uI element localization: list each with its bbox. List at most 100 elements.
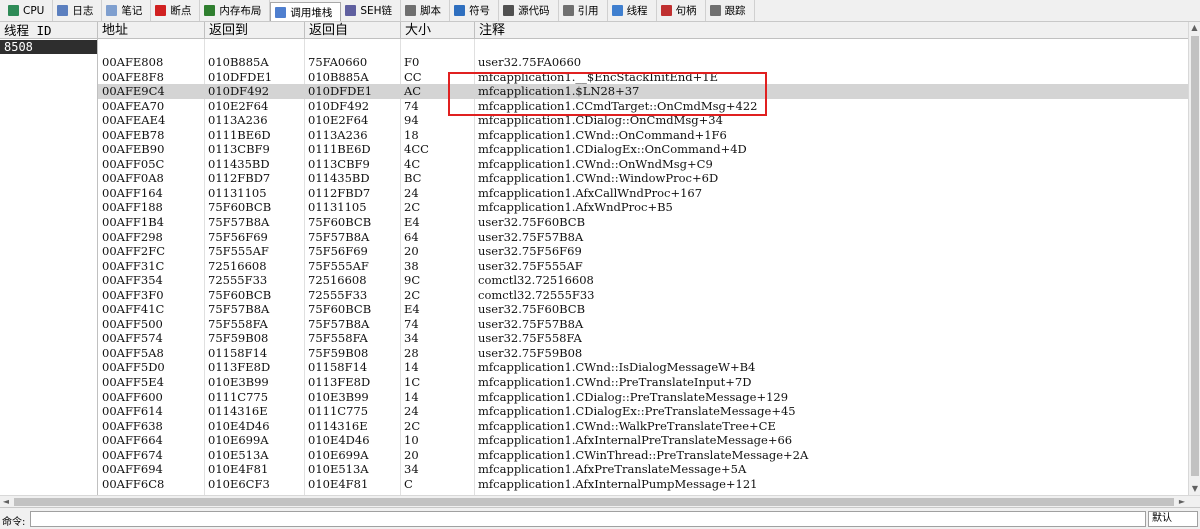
size-cell: 34 bbox=[404, 462, 419, 477]
address-cell: 00AFF5E4 bbox=[102, 375, 164, 390]
call-stack-row[interactable]: 00AFF164 01131105 0112FBD7 24 mfcapplication… bbox=[98, 186, 1188, 201]
command-input[interactable] bbox=[30, 511, 1146, 527]
thread-id-header[interactable]: 线程 ID bbox=[0, 22, 97, 39]
call-stack-row[interactable]: 00AFF6C8 010E6CF3 010E4F81 Cmfcapplication1… bbox=[98, 477, 1188, 492]
return-from-cell: 75FA0660 bbox=[308, 55, 368, 69]
comment-cell: mfcapplication1.AfxInternalPreTranslateM… bbox=[478, 433, 793, 448]
tab-label: 符号 bbox=[469, 5, 491, 17]
thread-list: 线程 ID 8508 bbox=[0, 22, 98, 495]
call-stack-row[interactable]: 00AFF5A8 01158F14 75F59B08 28 user32.75F59B0… bbox=[98, 346, 1188, 361]
call-stack-row[interactable]: 00AFF664 010E699A 010E4D46 10 mfcapplication… bbox=[98, 433, 1188, 448]
call-stack-row[interactable]: 00AFF2FC 75F555AF 75F56F69 20 user32.75F56F6… bbox=[98, 244, 1188, 259]
call-stack-row[interactable]: 00AFF574 75F59B08 75F558FA 34 user32.75F558F… bbox=[98, 331, 1188, 346]
call-stack-row[interactable]: 00AFF188 75F60BCB 01131105 2C mfcapplication… bbox=[98, 200, 1188, 215]
comment-cell: mfcapplication1.CWnd::PreTranslateInput+… bbox=[478, 375, 752, 390]
call-stack-row[interactable]: 00AFF05C 011435BD 0113CBF9 4C mfcapplication… bbox=[98, 157, 1188, 172]
address-cell: 00AFEA70 bbox=[102, 98, 165, 113]
call-stack-row[interactable]: 00AFF1B4 75F57B8A 75F60BCB E4 user32.75F60BC… bbox=[98, 215, 1188, 230]
seh-chain-icon bbox=[345, 5, 357, 16]
size-cell: F0 bbox=[404, 55, 420, 69]
call-stack-row[interactable]: 00AFEAE4 0113A236 010E2F64 94 mfcapplication… bbox=[98, 113, 1188, 128]
tab-references[interactable]: 引用 bbox=[559, 0, 608, 21]
call-stack-row[interactable]: 00AFF500 75F558FA 75F57B8A 74 user32.75F57B8… bbox=[98, 317, 1188, 332]
return-from-cell: 72555F33 bbox=[308, 287, 368, 302]
scroll-up-arrow-icon[interactable]: ▲ bbox=[1189, 22, 1200, 34]
size-cell: 94 bbox=[404, 113, 419, 128]
comment-cell: user32.75F56F69 bbox=[478, 244, 582, 259]
tab-label: 线程 bbox=[626, 5, 648, 17]
return-from-cell: 75F56F69 bbox=[308, 244, 368, 259]
return-from-cell: 75F558FA bbox=[308, 331, 368, 346]
call-stack-row[interactable]: 00AFF614 0114316E 0111C775 24 mfcapplication… bbox=[98, 404, 1188, 419]
comment-cell: user32.75F57B8A bbox=[478, 229, 584, 244]
tab-breakpoint[interactable]: 断点 bbox=[151, 0, 201, 21]
address-cell: 00AFEAE4 bbox=[102, 113, 166, 128]
tab-memory-map[interactable]: 内存布局 bbox=[200, 0, 271, 21]
call-stack-row[interactable]: 00AFEA70 010E2F64 010DF492 74 mfcapplication… bbox=[98, 99, 1188, 114]
comment-cell: mfcapplication1.$LN28+37 bbox=[478, 84, 640, 99]
size-cell: 14 bbox=[404, 360, 419, 375]
column-header-return-from[interactable]: 返回自 bbox=[304, 22, 348, 39]
tab-source[interactable]: 源代码 bbox=[499, 0, 559, 21]
size-cell: 24 bbox=[404, 185, 419, 200]
call-stack-row[interactable]: 00AFF638 010E4D46 0114316E 2C mfcapplication… bbox=[98, 419, 1188, 434]
horizontal-scrollbar[interactable]: ◄ ► bbox=[0, 495, 1200, 507]
call-stack-rows: 00AFE808 010B885A 75FA0660 F0 user32.75FA066… bbox=[98, 55, 1188, 491]
tab-threads[interactable]: 线程 bbox=[608, 0, 657, 21]
symbols-icon bbox=[454, 5, 466, 16]
vertical-scrollbar[interactable]: ▲ ▼ bbox=[1188, 22, 1200, 495]
tab-cpu[interactable]: CPU bbox=[4, 0, 54, 21]
column-header-return-to[interactable]: 返回到 bbox=[204, 22, 248, 39]
comment-cell: user32.75F60BCB bbox=[478, 302, 586, 317]
address-cell: 00AFF600 bbox=[102, 389, 163, 404]
call-stack-row[interactable]: 00AFF5E4 010E3B99 0113FE8D 1C mfcapplication… bbox=[98, 375, 1188, 390]
call-stack-row[interactable]: 00AFF41C 75F57B8A 75F60BCB E4 user32.75F60BC… bbox=[98, 302, 1188, 317]
thread-id-row[interactable]: 8508 bbox=[0, 40, 97, 54]
column-header-comment[interactable]: 注释 bbox=[474, 22, 505, 39]
horizontal-scroll-thumb[interactable] bbox=[14, 498, 1174, 506]
address-cell: 00AFF6C8 bbox=[102, 476, 165, 491]
call-stack-row[interactable]: 00AFF5D0 0113FE8D 01158F14 14 mfcapplication… bbox=[98, 360, 1188, 375]
tab-call-stack[interactable]: 调用堆栈 bbox=[270, 2, 342, 21]
column-header-size[interactable]: 大小 bbox=[400, 22, 431, 39]
vertical-scroll-thumb[interactable] bbox=[1191, 36, 1199, 476]
tab-label: CPU bbox=[23, 4, 45, 17]
call-stack-row[interactable]: 00AFF694 010E4F81 010E513A 34 mfcapplication… bbox=[98, 462, 1188, 477]
return-from-cell: 75F59B08 bbox=[308, 345, 369, 360]
tab-script[interactable]: 脚本 bbox=[401, 0, 451, 21]
tab-notes[interactable]: 笔记 bbox=[102, 0, 152, 21]
call-stack-row[interactable]: 00AFF600 0111C775 010E3B99 14 mfcapplication… bbox=[98, 390, 1188, 405]
return-to-cell: 0113CBF9 bbox=[208, 142, 270, 157]
return-to-cell: 75F56F69 bbox=[208, 229, 268, 244]
return-from-cell: 010E3B99 bbox=[308, 389, 369, 404]
call-stack-row[interactable]: 00AFF354 72555F33 72516608 9C comctl32.72516… bbox=[98, 273, 1188, 288]
call-stack-row[interactable]: 00AFEB90 0113CBF9 0111BE6D 4CC mfcapplicatio… bbox=[98, 142, 1188, 157]
tab-symbols[interactable]: 符号 bbox=[450, 0, 500, 21]
memory-map-icon bbox=[204, 5, 216, 16]
call-stack-row[interactable]: 00AFE8F8 010DFDE1 010B885A CC mfcapplication… bbox=[98, 70, 1188, 85]
return-from-cell: 75F60BCB bbox=[308, 215, 372, 230]
call-stack-row[interactable]: 00AFF674 010E513A 010E699A 20 mfcapplication… bbox=[98, 448, 1188, 463]
call-stack-row[interactable]: 00AFF31C 72516608 75F555AF 38 user32.75F555A… bbox=[98, 259, 1188, 274]
call-stack-row[interactable]: 00AFE808 010B885A 75FA0660 F0 user32.75FA066… bbox=[98, 55, 1188, 70]
comment-cell: mfcapplication1.CWnd::WalkPreTranslateTr… bbox=[478, 418, 776, 433]
call-stack-row[interactable]: 00AFEB78 0111BE6D 0113A236 18 mfcapplication… bbox=[98, 128, 1188, 143]
call-stack-row[interactable]: 00AFF0A8 0112FBD7 011435BD BC mfcapplication… bbox=[98, 171, 1188, 186]
command-mode-select[interactable]: 默认 bbox=[1148, 511, 1198, 527]
size-cell: 74 bbox=[404, 98, 419, 113]
call-stack-row[interactable]: 00AFE9C4 010DF492 010DFDE1 AC mfcapplication… bbox=[98, 84, 1188, 99]
size-cell: 10 bbox=[404, 433, 419, 448]
tab-trace[interactable]: 跟踪 bbox=[706, 0, 755, 21]
scroll-down-arrow-icon[interactable]: ▼ bbox=[1189, 483, 1200, 495]
tab-log[interactable]: 日志 bbox=[53, 0, 103, 21]
return-to-cell: 0112FBD7 bbox=[208, 171, 271, 186]
return-to-cell: 75F57B8A bbox=[208, 215, 270, 230]
call-stack-row[interactable]: 00AFF3F0 75F60BCB 72555F33 2C comctl32.72555… bbox=[98, 288, 1188, 303]
column-header-address[interactable]: 地址 bbox=[98, 22, 128, 39]
call-stack-row[interactable]: 00AFF298 75F56F69 75F57B8A 64 user32.75F57B8… bbox=[98, 230, 1188, 245]
tab-handles[interactable]: 句柄 bbox=[657, 0, 706, 21]
size-cell: 34 bbox=[404, 331, 419, 346]
tab-seh-chain[interactable]: SEH链 bbox=[341, 0, 402, 21]
size-cell: 2C bbox=[404, 287, 421, 302]
handles-icon bbox=[660, 5, 672, 16]
